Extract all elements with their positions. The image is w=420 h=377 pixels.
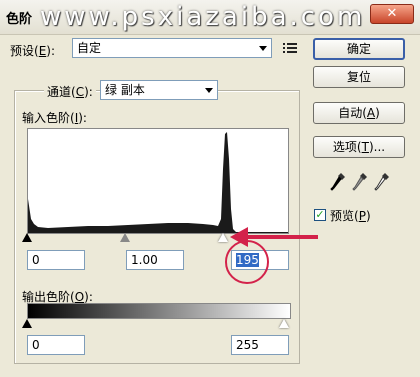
annotation-arrowhead	[230, 227, 248, 247]
gray-eyedropper-icon[interactable]	[352, 172, 368, 192]
preview-checkbox[interactable]: ✓	[314, 209, 326, 221]
preset-options-icon[interactable]	[283, 42, 297, 54]
highlight-circle	[225, 240, 269, 284]
output-shadow-handle[interactable]	[22, 319, 32, 328]
preset-value: 自定	[77, 41, 102, 55]
ok-button[interactable]: 确定	[313, 38, 405, 60]
channel-value: 绿 副本	[105, 83, 145, 97]
preview-label: 预览(P)	[330, 209, 371, 223]
preset-select[interactable]: 自定	[72, 38, 272, 58]
output-gradient	[27, 303, 291, 319]
output-levels-slider[interactable]	[22, 319, 289, 329]
chevron-down-icon	[259, 46, 267, 51]
preset-label: 预设(E):	[10, 44, 56, 58]
reset-button[interactable]: 复位	[313, 66, 405, 88]
close-icon: ✕	[386, 6, 398, 21]
close-button[interactable]: ✕	[370, 4, 414, 24]
input-shadow-field[interactable]: 0	[27, 250, 85, 270]
options-button[interactable]: 选项(T)...	[313, 136, 405, 158]
auto-button[interactable]: 自动(A)	[313, 102, 405, 124]
input-levels-label: 输入色阶(I):	[22, 111, 87, 125]
black-eyedropper-icon[interactable]	[330, 172, 346, 192]
shadow-slider-handle[interactable]	[22, 233, 32, 242]
dialog-title: 色阶	[6, 12, 33, 27]
channel-label: 通道(C):	[44, 83, 96, 100]
output-shadow-field[interactable]: 0	[27, 335, 85, 355]
chevron-down-icon	[205, 88, 213, 93]
annotation-overlay	[225, 227, 318, 284]
output-highlight-handle[interactable]	[279, 319, 289, 328]
input-midtone-field[interactable]: 1.00	[126, 250, 184, 270]
channel-select[interactable]: 绿 副本	[100, 80, 218, 100]
output-highlight-field[interactable]: 255	[231, 335, 289, 355]
midtone-slider-handle[interactable]	[120, 233, 130, 242]
watermark-text: www.psxiazaiba.com	[40, 2, 366, 32]
white-eyedropper-icon[interactable]	[374, 172, 390, 192]
